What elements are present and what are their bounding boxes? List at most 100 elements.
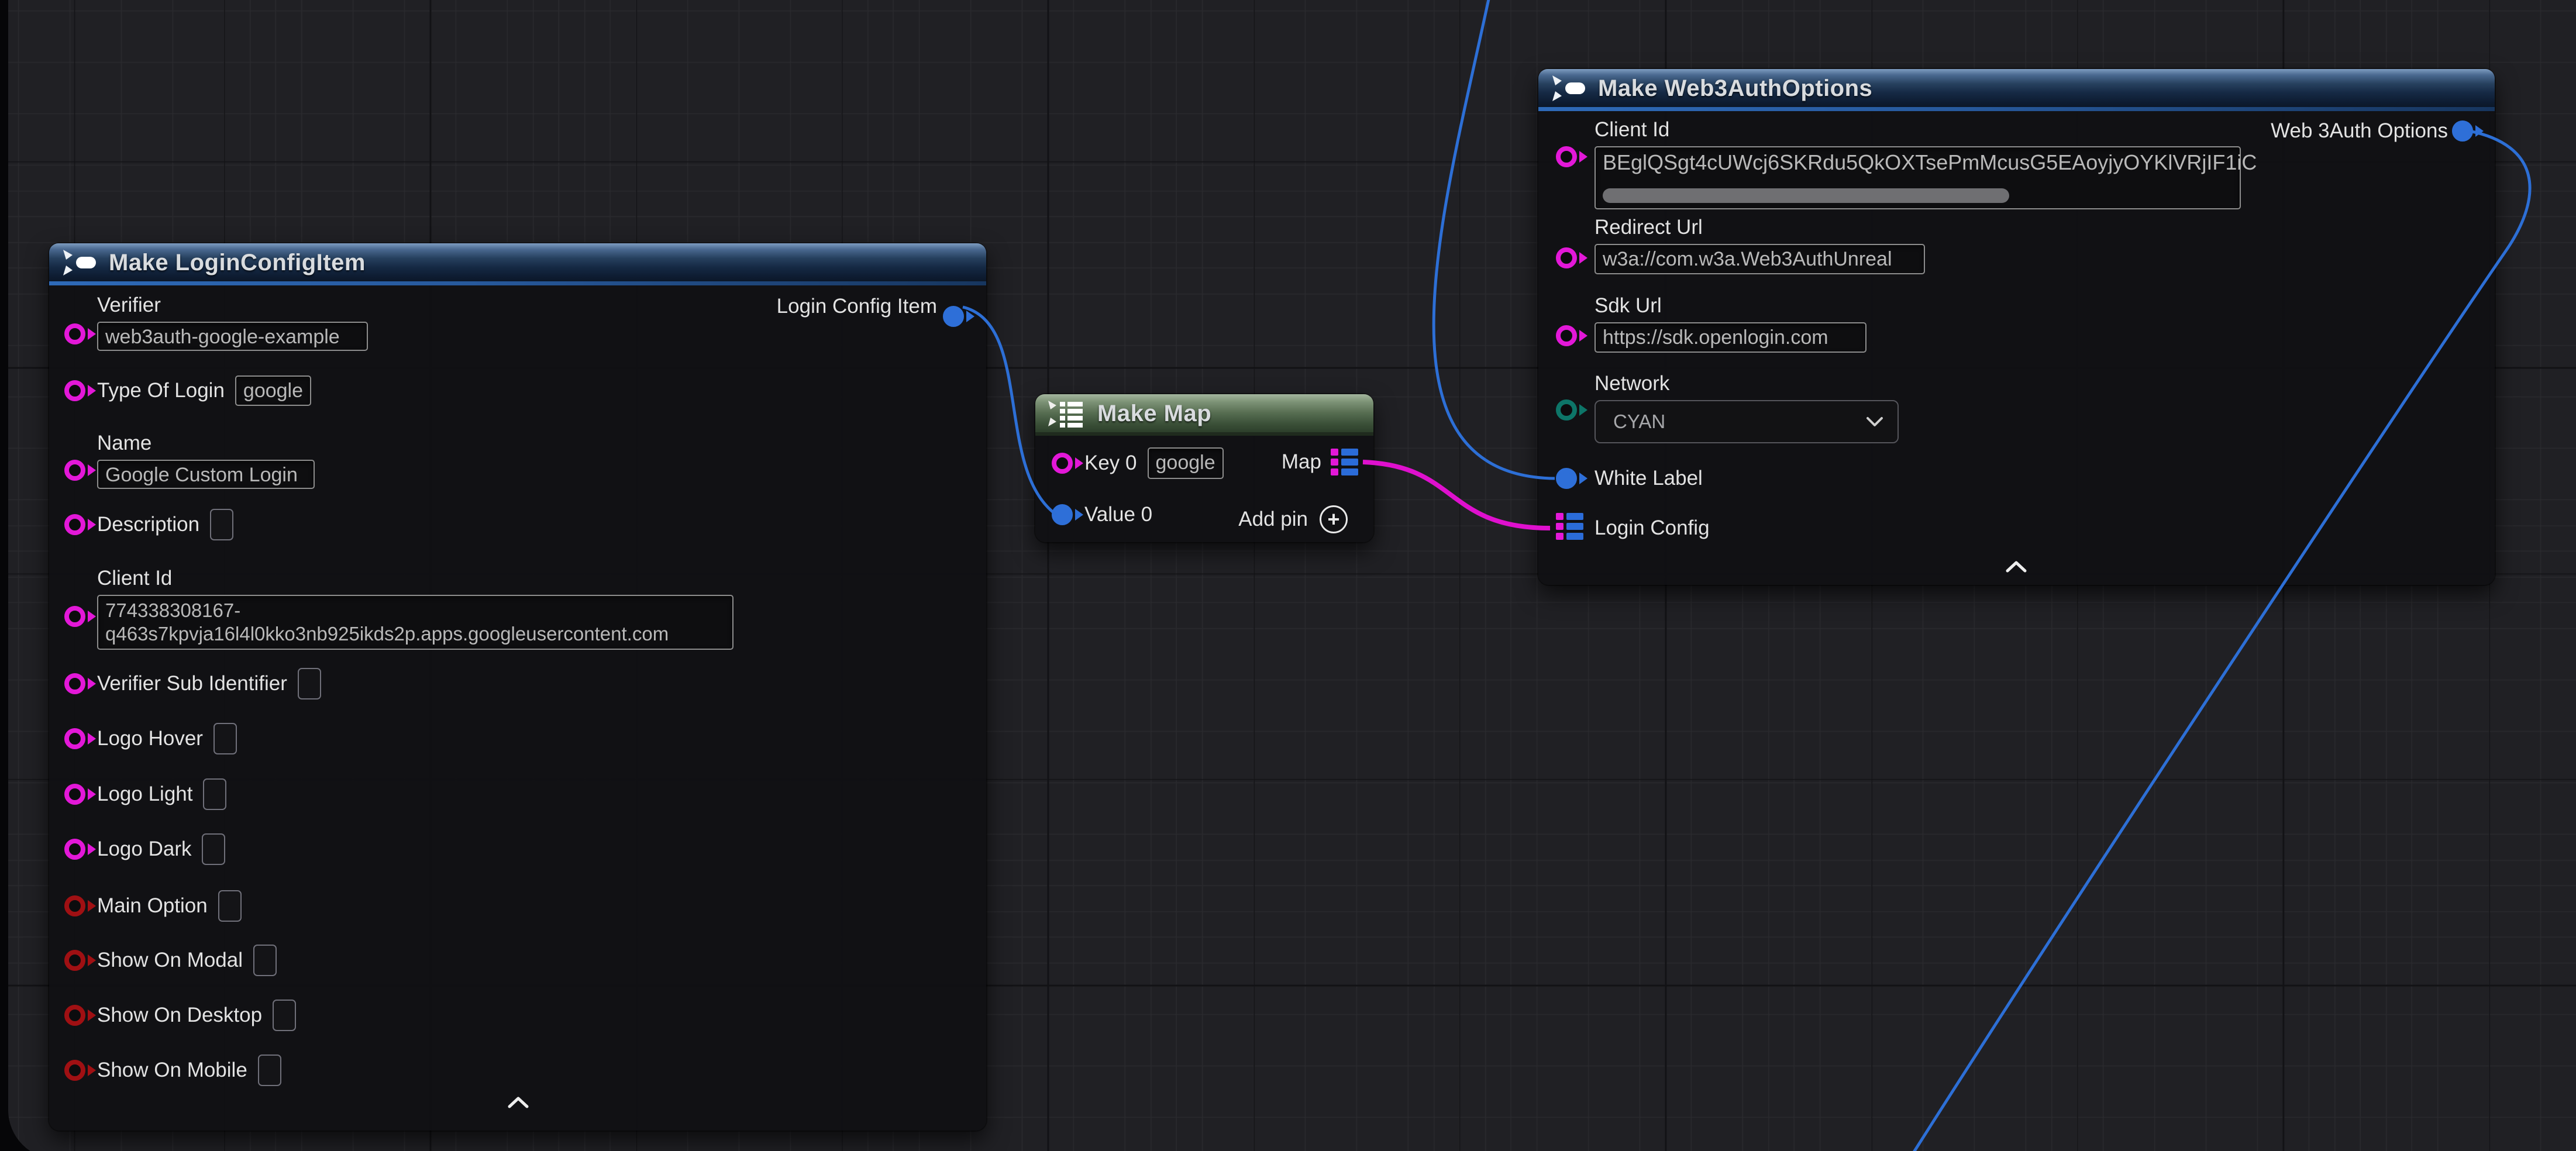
pin-row-white-label: White Label bbox=[1594, 462, 1703, 495]
pin-label-name: Name bbox=[97, 432, 315, 455]
output-pin-login-config-item[interactable] bbox=[943, 306, 964, 327]
node-title: Make LoginConfigItem bbox=[109, 250, 366, 276]
pin-group-client-id: Client Id 774338308167- q463s7kpvja16l4l… bbox=[97, 567, 733, 650]
input-pin-value0[interactable] bbox=[1052, 504, 1073, 525]
pin-label-key0: Key 0 bbox=[1084, 452, 1137, 475]
pin-row-logo-hover: Logo Hover bbox=[97, 722, 237, 755]
pin-label-value0: Value 0 bbox=[1084, 503, 1152, 526]
pin-row-show-on-desktop: Show On Desktop bbox=[97, 999, 296, 1032]
show-on-modal-checkbox[interactable] bbox=[253, 945, 277, 976]
add-pin-button[interactable]: + bbox=[1320, 505, 1348, 533]
input-pin-login-config[interactable] bbox=[1556, 513, 1583, 540]
type-of-login-input[interactable]: google bbox=[235, 375, 311, 406]
input-pin-client-id[interactable] bbox=[1556, 146, 1577, 167]
output-pin-map[interactable] bbox=[1331, 449, 1358, 475]
make-struct-icon bbox=[1551, 74, 1587, 102]
input-pin-verifier-sub-identifier[interactable] bbox=[64, 673, 85, 694]
sdk-url-input[interactable]: https://sdk.openlogin.com bbox=[1594, 322, 1866, 353]
chevron-down-icon bbox=[1866, 416, 1883, 427]
pin-label-description: Description bbox=[97, 513, 199, 536]
network-dropdown[interactable]: CYAN bbox=[1594, 400, 1899, 443]
pin-row-type-of-login: Type Of Login google bbox=[97, 374, 311, 407]
client-id-input[interactable]: BEglQSgt4cUWcj6SKRdu5QkOXTsePmMcusG5EAoy… bbox=[1594, 146, 2241, 209]
node-title: Make Web3AuthOptions bbox=[1598, 75, 1872, 102]
pin-label-logo-light: Logo Light bbox=[97, 783, 192, 806]
pin-group-name: Name Google Custom Login bbox=[97, 432, 315, 489]
node-header-make-web3authoptions[interactable]: Make Web3AuthOptions bbox=[1538, 69, 2495, 108]
pin-row-description: Description bbox=[97, 508, 233, 541]
input-pin-sdk-url[interactable] bbox=[1556, 325, 1577, 346]
collapse-node-button[interactable] bbox=[507, 1096, 529, 1112]
input-pin-white-label[interactable] bbox=[1556, 468, 1577, 489]
input-pin-logo-hover[interactable] bbox=[64, 728, 85, 749]
pin-label-main-option: Main Option bbox=[97, 894, 208, 918]
logo-light-input[interactable] bbox=[203, 778, 226, 810]
add-pin-row: Add pin + bbox=[1238, 503, 1348, 536]
input-pin-logo-dark[interactable] bbox=[64, 839, 85, 860]
pin-group-client-id: Client Id BEglQSgt4cUWcj6SKRdu5QkOXTsePm… bbox=[1594, 118, 2241, 209]
pin-row-main-option: Main Option bbox=[97, 890, 242, 922]
node-make-map[interactable]: Make Map Key 0 google Map Value 0 Add pi… bbox=[1035, 394, 1373, 542]
verifier-input[interactable]: web3auth-google-example bbox=[97, 322, 368, 351]
pin-group-sdk-url: Sdk Url https://sdk.openlogin.com bbox=[1594, 294, 1866, 353]
pin-row-key0: Key 0 google bbox=[1084, 447, 1224, 480]
pin-label-show-on-mobile: Show On Mobile bbox=[97, 1059, 247, 1082]
redirect-url-input[interactable]: w3a://com.w3a.Web3AuthUnreal bbox=[1594, 244, 1925, 274]
pin-label-redirect-url: Redirect Url bbox=[1594, 216, 1925, 239]
input-pin-show-on-modal[interactable] bbox=[64, 950, 85, 971]
verifier-sub-identifier-input[interactable] bbox=[298, 668, 321, 699]
input-pin-show-on-desktop[interactable] bbox=[64, 1005, 85, 1026]
node-header-make-loginconfigitem[interactable]: Make LoginConfigItem bbox=[49, 243, 986, 282]
input-pin-logo-light[interactable] bbox=[64, 784, 85, 805]
collapse-node-button[interactable] bbox=[2005, 560, 2027, 576]
blueprint-graph-canvas[interactable]: Make LoginConfigItem Login Config Item V… bbox=[0, 0, 2576, 1151]
input-pin-client-id[interactable] bbox=[64, 606, 85, 627]
client-id-value: BEglQSgt4cUWcj6SKRdu5QkOXTsePmMcusG5EAoy… bbox=[1603, 150, 2257, 174]
main-option-checkbox[interactable] bbox=[218, 890, 242, 922]
pin-label-show-on-desktop: Show On Desktop bbox=[97, 1004, 262, 1027]
pin-label-logo-hover: Logo Hover bbox=[97, 727, 203, 750]
description-input[interactable] bbox=[210, 509, 233, 540]
client-id-input[interactable]: 774338308167- q463s7kpvja16l4l0kko3nb925… bbox=[97, 595, 733, 650]
name-input[interactable]: Google Custom Login bbox=[97, 460, 315, 489]
pin-row-value0: Value 0 bbox=[1084, 498, 1152, 531]
node-header-make-map[interactable]: Make Map bbox=[1035, 394, 1373, 433]
logo-hover-input[interactable] bbox=[213, 723, 237, 754]
input-pin-redirect-url[interactable] bbox=[1556, 247, 1577, 268]
show-on-desktop-checkbox[interactable] bbox=[273, 1000, 296, 1031]
logo-dark-input[interactable] bbox=[202, 833, 225, 865]
pin-row-logo-light: Logo Light bbox=[97, 778, 226, 811]
pin-label-verifier-sub-identifier: Verifier Sub Identifier bbox=[97, 672, 287, 695]
pin-row-login-config: Login Config bbox=[1594, 512, 1710, 545]
output-row-web3auth-options: Web 3Auth Options bbox=[2271, 115, 2448, 147]
input-pin-type-of-login[interactable] bbox=[64, 380, 85, 401]
key0-input[interactable]: google bbox=[1148, 447, 1224, 479]
input-pin-network[interactable] bbox=[1556, 399, 1577, 421]
output-pin-web3auth-options[interactable] bbox=[2452, 120, 2473, 142]
client-id-line2: q463s7kpvja16l4l0kko3nb925ikds2p.apps.go… bbox=[105, 622, 725, 646]
client-id-scrollbar[interactable] bbox=[1603, 188, 2009, 203]
output-row-login-config-item: Login Config Item bbox=[777, 290, 937, 323]
input-pin-verifier[interactable] bbox=[64, 323, 85, 344]
output-pin-label-map: Map bbox=[1282, 450, 1321, 474]
network-selected-value: CYAN bbox=[1613, 411, 1665, 433]
pin-label-client-id: Client Id bbox=[97, 567, 733, 590]
node-make-web3authoptions[interactable]: Make Web3AuthOptions Web 3Auth Options C… bbox=[1538, 69, 2495, 585]
output-row-map: Map bbox=[1282, 446, 1358, 478]
chevron-up-icon bbox=[507, 1096, 529, 1109]
show-on-mobile-checkbox[interactable] bbox=[258, 1054, 281, 1086]
input-pin-name[interactable] bbox=[64, 460, 85, 481]
pin-row-logo-dark: Logo Dark bbox=[97, 833, 225, 866]
pin-label-show-on-modal: Show On Modal bbox=[97, 949, 243, 972]
pin-label-logo-dark: Logo Dark bbox=[97, 838, 191, 861]
pin-label-verifier: Verifier bbox=[97, 294, 368, 317]
client-id-line1: 774338308167- bbox=[105, 599, 725, 622]
chevron-up-icon bbox=[2005, 560, 2027, 573]
input-pin-main-option[interactable] bbox=[64, 895, 85, 916]
pin-group-redirect-url: Redirect Url w3a://com.w3a.Web3AuthUnrea… bbox=[1594, 216, 1925, 274]
node-make-loginconfigitem[interactable]: Make LoginConfigItem Login Config Item V… bbox=[49, 243, 986, 1131]
input-pin-show-on-mobile[interactable] bbox=[64, 1060, 85, 1081]
input-pin-description[interactable] bbox=[64, 514, 85, 535]
pin-label-client-id: Client Id bbox=[1594, 118, 2241, 142]
input-pin-key0[interactable] bbox=[1052, 453, 1073, 474]
